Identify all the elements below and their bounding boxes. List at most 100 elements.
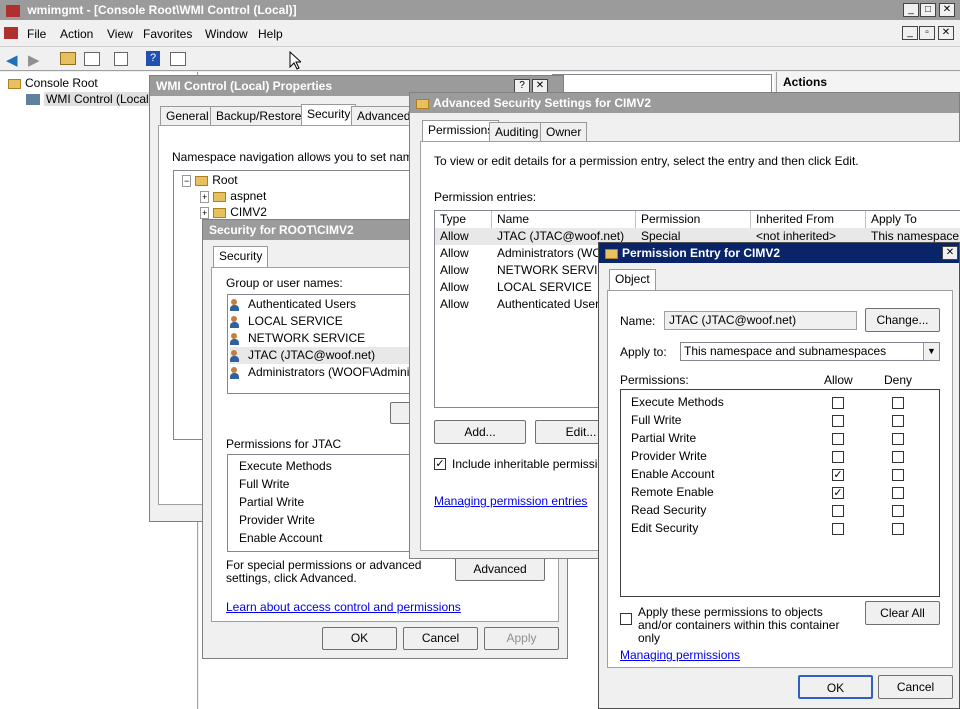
apply-to-label: Apply to: [620,345,667,359]
child-close-button[interactable]: ✕ [938,26,954,40]
deny-checkbox[interactable] [892,523,904,535]
tab-general[interactable]: General [160,106,215,126]
apply-these-checkbox[interactable] [620,613,632,625]
entry-cancel-button[interactable]: Cancel [878,675,953,699]
deny-checkbox[interactable] [892,433,904,445]
add-button[interactable]: Add... [434,420,526,444]
folder-icon [213,207,227,218]
name-label: Name: [620,314,656,328]
managing-permission-entries-link[interactable]: Managing permission entries [434,494,587,508]
column-apply-to[interactable]: Apply To [866,211,960,228]
tab-permissions[interactable]: Permissions [422,120,500,142]
menu-file[interactable]: File [27,27,46,41]
include-inheritable-checkbox[interactable]: ✓ [434,458,446,470]
help-icon[interactable]: ? [146,51,160,66]
user-name: LOCAL SERVICE [248,314,343,328]
managing-permissions-link[interactable]: Managing permissions [620,648,740,662]
child-minimize-button[interactable]: _ [902,26,918,40]
folder-icon [605,248,618,259]
entry-permission-name: Remote Enable [631,485,714,499]
tab-security[interactable]: Security [301,104,357,126]
advanced-title: Advanced Security Settings for CIMV2 [433,96,652,110]
deny-checkbox[interactable] [892,505,904,517]
tree-item-console-root[interactable]: Console Root [8,75,98,92]
properties-close-button[interactable]: ✕ [532,79,548,93]
properties-icon[interactable] [114,52,128,66]
back-arrow-icon[interactable]: ◀ [6,51,18,69]
security-apply-button[interactable]: Apply [484,627,559,650]
table-cell-name: NETWORK SERVICE [497,263,615,277]
tab-owner[interactable]: Owner [540,122,588,142]
child-restore-button[interactable]: ▫ [919,26,935,40]
close-button[interactable]: ✕ [939,3,955,17]
namespace-label: Root [212,173,238,187]
console-tree-icon[interactable] [170,52,186,66]
permissions-for-label: Permissions for JTAC [226,437,342,451]
entry-permission-name: Read Security [631,503,707,517]
menu-view[interactable]: View [107,27,133,41]
menu-favorites[interactable]: Favorites [143,27,192,41]
menu-window[interactable]: Window [205,27,248,41]
column-type[interactable]: Type [435,211,492,228]
namespace-description: Namespace navigation allows you to set n… [172,150,445,164]
show-tree-icon[interactable] [84,52,100,66]
deny-checkbox[interactable] [892,469,904,481]
deny-checkbox[interactable] [892,451,904,463]
allow-checkbox[interactable] [832,505,844,517]
entry-ok-button[interactable]: OK [798,675,873,699]
allow-checkbox[interactable] [832,433,844,445]
entry-permission-name: Partial Write [631,431,697,445]
advanced-button[interactable]: Advanced [455,557,545,581]
tree-item-wmi-control[interactable]: WMI Control (Local) [26,91,155,108]
group-names-label: Group or user names: [226,276,343,290]
deny-checkbox[interactable] [892,397,904,409]
allow-checkbox[interactable] [832,397,844,409]
deny-checkbox[interactable] [892,487,904,499]
mmc-menu-icon [4,27,18,39]
entry-permissions-list[interactable]: Execute Methods Full Write Partial Write Pr… [620,389,940,597]
security-cancel-button[interactable]: Cancel [403,627,478,650]
security-permission-row: Provider Write [239,513,315,527]
forward-arrow-icon[interactable]: ▶ [28,51,40,69]
learn-access-control-link[interactable]: Learn about access control and permissio… [226,600,461,614]
tab-security-object[interactable]: Security [213,246,269,268]
tab-auditing[interactable]: Auditing [489,122,545,142]
apply-to-select[interactable]: This namespace and subnamespaces ▼ [680,342,940,361]
apply-these-label: Apply these permissions to objects and/o… [638,605,840,645]
actions-header: Actions [777,72,960,93]
entry-tab-panel: Name: JTAC (JTAC@woof.net) Change... App… [607,290,953,668]
properties-title: WMI Control (Local) Properties [156,79,333,93]
deny-checkbox[interactable] [892,415,904,427]
maximize-button[interactable]: □ [920,3,936,17]
namespace-root[interactable]: − Root [182,172,238,189]
column-name[interactable]: Name [492,211,636,228]
column-inherited-from[interactable]: Inherited From [751,211,866,228]
allow-checkbox[interactable] [832,451,844,463]
allow-checkbox[interactable] [832,523,844,535]
user-icon [230,349,244,362]
tab-advanced[interactable]: Advanced [351,106,417,126]
minimize-button[interactable]: _ [903,3,919,17]
properties-help-button[interactable]: ? [514,79,530,93]
up-folder-icon[interactable] [60,52,76,65]
allow-checkbox[interactable] [832,415,844,427]
user-icon [230,298,244,311]
entry-permission-name: Execute Methods [631,395,724,409]
tab-object[interactable]: Object [609,269,656,291]
allow-checkbox[interactable]: ✓ [832,469,844,481]
expand-icon: + [200,191,210,203]
entry-close-button[interactable]: ✕ [942,246,958,260]
entry-permission-name: Edit Security [631,521,699,535]
column-permission[interactable]: Permission [636,211,751,228]
menu-help[interactable]: Help [258,27,283,41]
security-ok-button[interactable]: OK [322,627,397,650]
allow-checkbox[interactable]: ✓ [832,487,844,499]
table-cell-type: Allow [440,280,469,294]
clear-all-button[interactable]: Clear All [865,601,940,625]
tab-backup-restore[interactable]: Backup/Restore [210,106,308,126]
namespace-aspnet[interactable]: + aspnet [200,188,266,205]
table-cell-type: Allow [440,297,469,311]
change-button[interactable]: Change... [865,308,940,332]
search-field[interactable] [552,74,772,93]
menu-action[interactable]: Action [60,27,93,41]
